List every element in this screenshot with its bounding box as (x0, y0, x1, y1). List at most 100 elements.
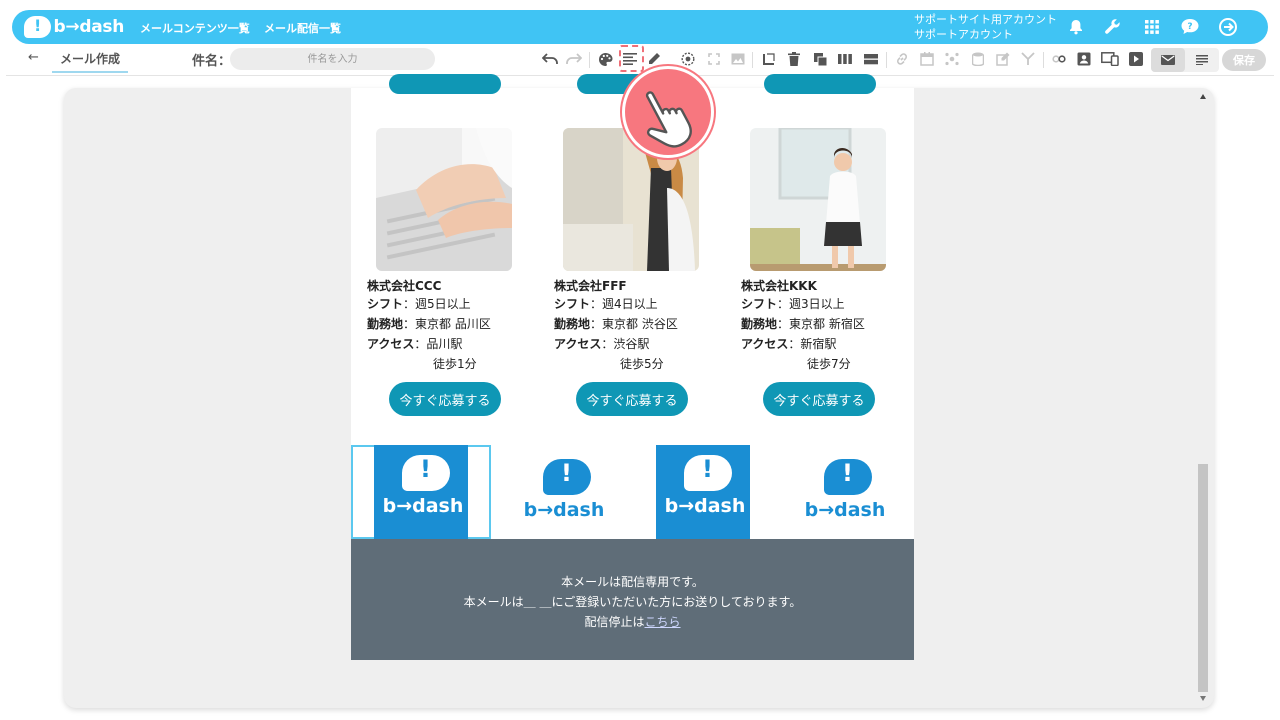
database-icon[interactable] (968, 49, 988, 69)
tab-mail-create[interactable]: メール作成 (52, 50, 128, 73)
apply-button[interactable]: 今すぐ応募する (763, 382, 875, 416)
scroll-down-arrow-icon[interactable] (1200, 696, 1206, 701)
grid-icon[interactable] (1141, 16, 1163, 38)
mail-view-icon[interactable] (1151, 48, 1185, 72)
account-info[interactable]: サポートサイト用アカウント サポートアカウント (914, 12, 1057, 42)
footer-line: 本メールは＿ ＿にご登録いただいた方にお送りしております。 (463, 595, 802, 609)
job-photo-woman[interactable] (750, 128, 886, 271)
scroll-up-arrow-icon[interactable] (1200, 94, 1206, 99)
shift-value: ：週3日以上 (777, 297, 845, 311)
bdash-logo-image: ! b→dash (517, 455, 607, 537)
job-card: 株式会社FFF シフト：週4日以上 勤務地：東京都 渋谷区 アクセス：渋谷駅 徒… (554, 128, 724, 416)
job-card: 株式会社KKK シフト：週3日以上 勤務地：東京都 新宿区 アクセス：新宿駅 徒… (741, 128, 911, 416)
apply-button-partial[interactable] (389, 74, 501, 94)
calendar-icon[interactable] (917, 49, 937, 69)
network-icon[interactable] (942, 49, 962, 69)
logo-block[interactable]: ! b→dash (633, 445, 773, 539)
apply-button-partial[interactable] (764, 74, 876, 94)
nav-mail-delivery[interactable]: メール配信一覧 (264, 20, 341, 36)
location-label: 勤務地 (554, 317, 591, 331)
top-nav-bar: b→dash メールコンテンツ一覧 メール配信一覧 サポートサイト用アカウント … (12, 10, 1268, 44)
access-label: アクセス (741, 337, 789, 351)
access-value: ：新宿駅 (788, 337, 837, 351)
save-button[interactable]: 保存 (1222, 49, 1266, 71)
logout-icon[interactable] (1217, 16, 1239, 38)
bdash-logo-image: ! b→dash (656, 445, 750, 539)
target-icon[interactable] (678, 49, 698, 69)
toolbar-divider (589, 52, 590, 68)
pointer-hand-icon (622, 66, 714, 158)
text-view-icon[interactable] (1185, 48, 1219, 72)
logo-text: b→dash (804, 499, 886, 521)
back-arrow-icon[interactable]: ← (28, 50, 39, 65)
location-value: ：東京都 品川区 (403, 317, 491, 331)
subject-input[interactable] (230, 48, 435, 70)
logo-block[interactable]: ! b→dash (773, 445, 913, 539)
toolbar-divider (1043, 52, 1044, 68)
access-label: アクセス (554, 337, 602, 351)
job-photo-typing[interactable] (376, 128, 512, 271)
trash-icon[interactable] (784, 49, 804, 69)
apply-button[interactable]: 今すぐ応募する (389, 382, 501, 416)
account-name: サポートアカウント (914, 28, 1013, 41)
logo-block[interactable]: ! b→dash (492, 445, 632, 539)
footer-line: 本メールは配信専用です。 (561, 575, 704, 589)
job-card: 株式会社CCC シフト：週5日以上 勤務地：東京都 品川区 アクセス：品川駅 徒… (367, 128, 537, 416)
location-label: 勤務地 (367, 317, 404, 331)
palette-icon[interactable] (595, 49, 615, 69)
contact-card-icon[interactable] (1074, 49, 1094, 69)
job-company-name: 株式会社KKK (741, 279, 817, 293)
shift-label: シフト (367, 297, 404, 311)
walk-time: 徒歩5分 (620, 357, 664, 371)
bdash-logo-image: ! b→dash (798, 455, 888, 537)
shift-label: シフト (554, 297, 591, 311)
toolbar-divider (886, 52, 887, 68)
job-company-name: 株式会社CCC (367, 279, 442, 293)
logo-block-selected[interactable]: ! b→dash (351, 445, 491, 539)
bdash-logo[interactable]: b→dash (24, 13, 124, 41)
logo-text: b→dash (664, 495, 746, 517)
duplicate-icon[interactable] (810, 49, 830, 69)
link-chain-icon[interactable] (1049, 49, 1069, 69)
view-toggle (1151, 48, 1219, 72)
location-label: 勤務地 (741, 317, 778, 331)
canvas-scrollbar[interactable] (1196, 88, 1210, 708)
logo-cloud-icon (24, 16, 51, 38)
access-label: アクセス (367, 337, 415, 351)
bell-icon[interactable] (1065, 16, 1087, 38)
shift-value: ：週4日以上 (590, 297, 658, 311)
columns-icon[interactable] (835, 49, 855, 69)
play-icon[interactable] (1126, 49, 1146, 69)
crop-corner-icon[interactable] (759, 49, 779, 69)
scrollbar-thumb[interactable] (1198, 464, 1208, 692)
rows-icon[interactable] (861, 49, 881, 69)
nav-mail-contents[interactable]: メールコンテンツ一覧 (140, 20, 250, 36)
access-value: ：品川駅 (414, 337, 463, 351)
toolbar-divider (752, 52, 753, 68)
filter-icon[interactable] (1018, 49, 1038, 69)
image-icon[interactable] (728, 49, 748, 69)
logo-text: b→dash (523, 499, 605, 521)
link-icon[interactable] (892, 49, 912, 69)
logo-text: b→dash (382, 495, 464, 517)
access-value: ：渋谷駅 (601, 337, 650, 351)
wrench-icon[interactable] (1102, 16, 1124, 38)
unsubscribe-link[interactable]: こちら (645, 615, 681, 629)
walk-time: 徒歩1分 (433, 357, 477, 371)
account-site: サポートサイト用アカウント (914, 13, 1057, 26)
mail-footer: 本メールは配信専用です。 本メールは＿ ＿にご登録いただいた方にお送りしておりま… (351, 539, 914, 660)
shift-value: ：週5日以上 (403, 297, 471, 311)
apply-button[interactable]: 今すぐ応募する (576, 382, 688, 416)
redo-icon[interactable] (564, 49, 584, 69)
device-preview-icon[interactable] (1100, 49, 1120, 69)
edit-box-icon[interactable] (993, 49, 1013, 69)
help-chat-icon[interactable]: ? (1179, 16, 1201, 38)
mail-preview: 株式会社CCC シフト：週5日以上 勤務地：東京都 品川区 アクセス：品川駅 徒… (351, 74, 914, 660)
walk-time: 徒歩7分 (807, 357, 851, 371)
footer-unsubscribe-text: 配信停止は (584, 615, 645, 629)
fullscreen-icon[interactable] (704, 49, 724, 69)
bdash-logo-image: ! b→dash (374, 445, 468, 539)
svg-text:?: ? (1187, 22, 1192, 32)
shift-label: シフト (741, 297, 778, 311)
undo-icon[interactable] (540, 49, 560, 69)
